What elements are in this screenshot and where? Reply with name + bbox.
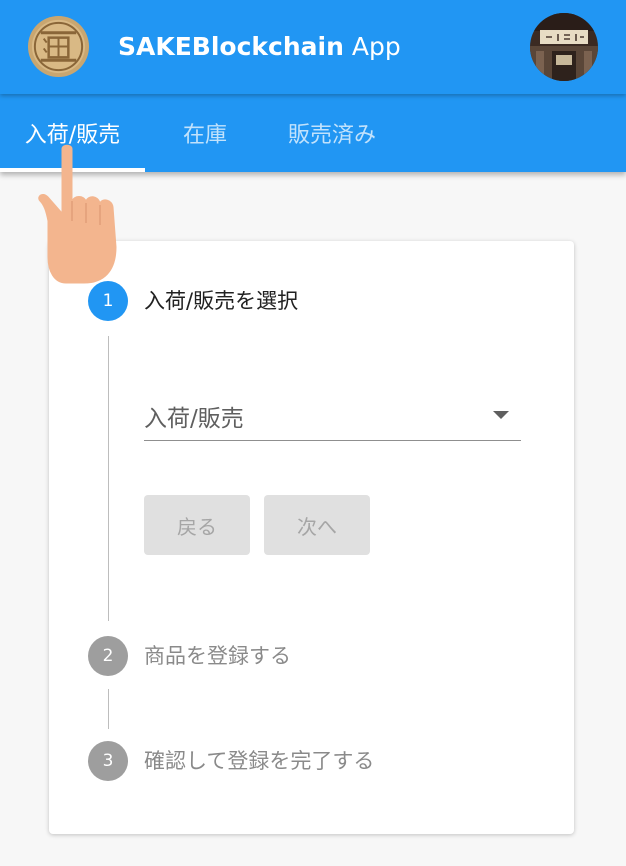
sake-logo-icon xyxy=(27,15,90,78)
tab-bar: 入荷/販売 在庫 販売済み xyxy=(0,94,626,172)
step-3-label[interactable]: 確認して登録を完了する xyxy=(144,746,374,776)
tab-arrival-sales[interactable]: 入荷/販売 xyxy=(0,94,145,172)
step-3-number: 3 xyxy=(88,741,128,781)
app-title-bold: SAKEBlockchain xyxy=(118,32,344,61)
stepper-card: 1 入荷/販売を選択 入荷/販売 戻る 次へ 2 商品を登録する 3 確認して登… xyxy=(49,241,574,834)
avatar-image xyxy=(530,13,598,81)
arrival-sales-select[interactable]: 入荷/販売 xyxy=(144,393,521,441)
active-tab-indicator xyxy=(0,168,145,172)
select-value: 入荷/販売 xyxy=(144,406,244,432)
arrow-drop-down-icon xyxy=(493,411,509,419)
app-bar: SAKEBlockchain App xyxy=(0,0,626,94)
next-button[interactable]: 次へ xyxy=(264,495,370,555)
step-2-number: 2 xyxy=(88,636,128,676)
app-title: SAKEBlockchain App xyxy=(118,30,401,64)
back-button[interactable]: 戻る xyxy=(144,495,250,555)
step-connector-2 xyxy=(108,689,109,729)
user-avatar[interactable] xyxy=(530,13,598,81)
app-title-suffix: App xyxy=(343,32,401,61)
step-1-number: 1 xyxy=(88,281,128,321)
step-connector-1 xyxy=(108,336,109,621)
tab-sold[interactable]: 販売済み xyxy=(270,94,394,172)
step-1-label[interactable]: 入荷/販売を選択 xyxy=(144,286,298,316)
tab-inventory[interactable]: 在庫 xyxy=(160,94,250,172)
step-2-label[interactable]: 商品を登録する xyxy=(144,641,291,671)
